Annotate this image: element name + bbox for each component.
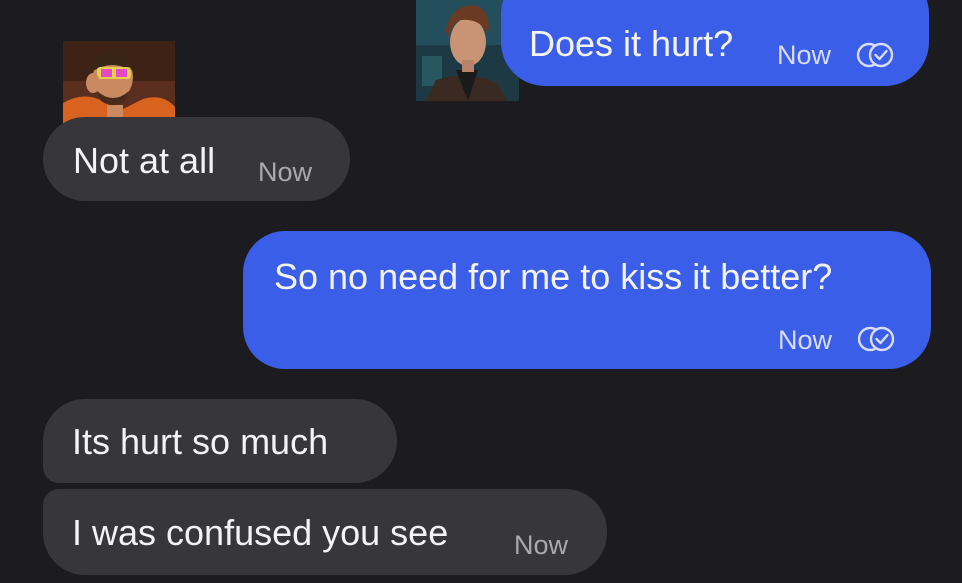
message-timestamp: Now [778, 325, 833, 355]
message-bubble-incoming[interactable]: Not at all Now [43, 117, 350, 201]
message-text: Does it hurt? [529, 23, 734, 64]
message-text: So no need for me to kiss it better? [274, 256, 833, 297]
message-timestamp: Now [514, 530, 569, 560]
message-bubble-outgoing[interactable]: So no need for me to kiss it better? Now [243, 231, 931, 369]
read-receipt-icon [857, 326, 895, 352]
message-bubble-outgoing[interactable]: Does it hurt? Now [501, 0, 929, 86]
read-receipt-icon [856, 42, 894, 68]
message-text: Not at all [73, 140, 216, 181]
message-bubble-incoming[interactable]: Its hurt so much [43, 399, 397, 483]
message-timestamp: Now [777, 40, 832, 70]
message-text: I was confused you see [72, 512, 449, 553]
message-text: Its hurt so much [72, 421, 329, 462]
message-bubble-incoming[interactable]: I was confused you see Now [43, 489, 607, 575]
message-timestamp: Now [258, 157, 313, 187]
